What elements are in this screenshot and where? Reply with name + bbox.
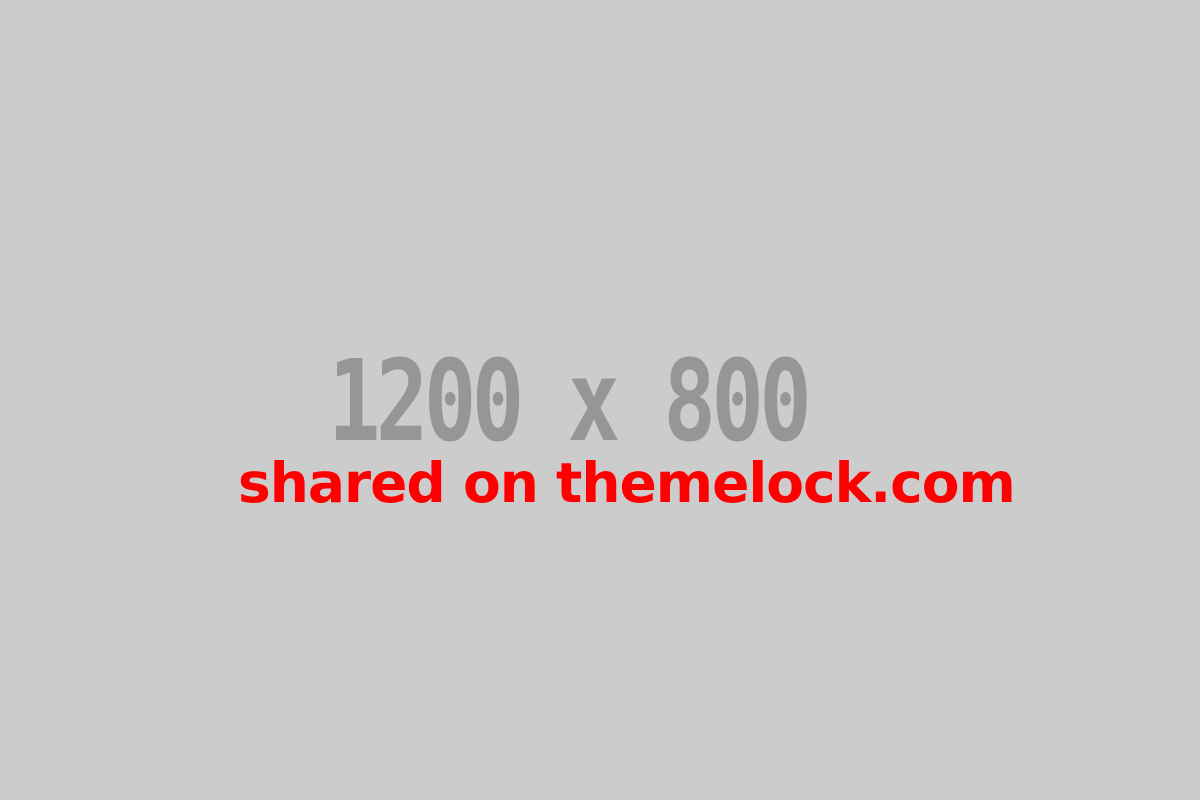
watermark-text: shared on themelock.com bbox=[238, 451, 1016, 515]
dimensions-label: 1200 x 800 bbox=[328, 337, 812, 467]
placeholder-image: 1200 x 800 shared on themelock.com bbox=[0, 0, 1200, 800]
